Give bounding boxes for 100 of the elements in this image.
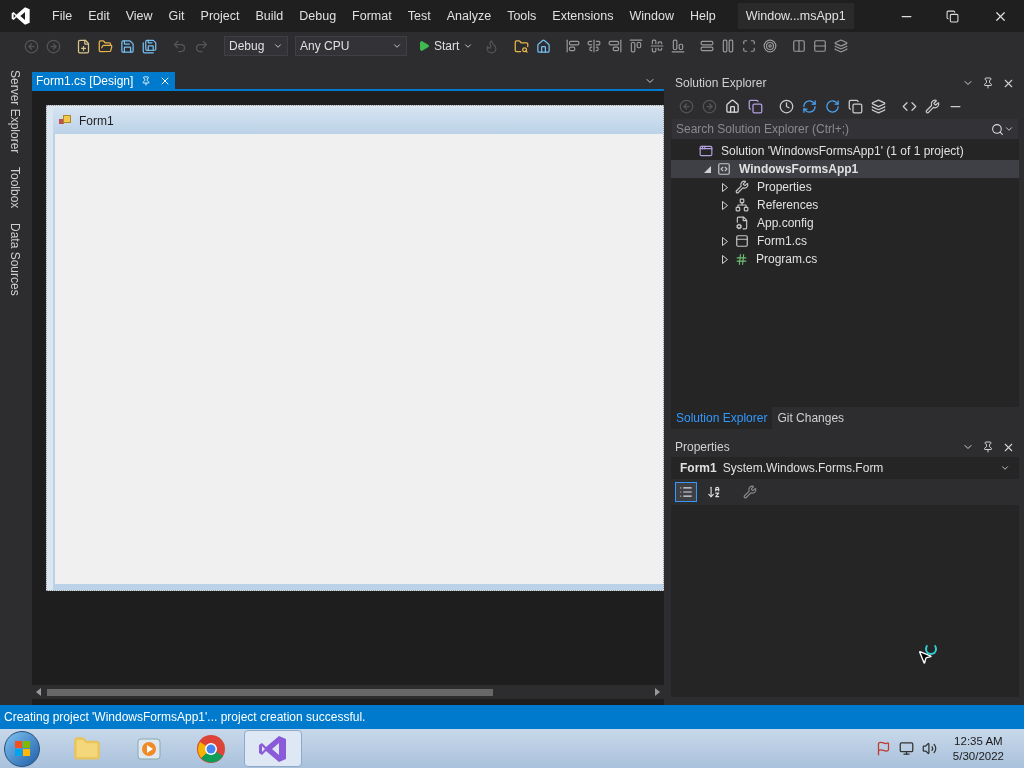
tree-label: Program.cs: [756, 251, 818, 268]
collapse-icon[interactable]: [848, 98, 863, 114]
play-icon[interactable]: [418, 40, 430, 52]
refresh-icon[interactable]: [825, 98, 840, 114]
sort-icon: [707, 485, 721, 499]
solution-icon: [699, 144, 713, 158]
tree-item[interactable]: Form1.cs: [671, 232, 1019, 250]
form-file-icon: [735, 234, 749, 248]
menu-item[interactable]: Test: [399, 6, 439, 26]
panel-title: Properties: [675, 439, 730, 456]
taskbar-app[interactable]: [244, 730, 302, 767]
menu-item[interactable]: Tools: [499, 6, 545, 26]
show-files-icon[interactable]: [871, 98, 886, 114]
window-title: Window...msApp1: [737, 2, 854, 30]
collapsed-arrow-icon[interactable]: [722, 236, 728, 246]
layout-tool-icon[interactable]: [742, 39, 757, 53]
caret-icon[interactable]: [392, 41, 402, 51]
layout-tool-icon[interactable]: [721, 39, 736, 53]
busy-icon: [925, 643, 937, 655]
collapsed-arrow-icon[interactable]: [722, 200, 728, 210]
menu-item[interactable]: View: [117, 6, 161, 26]
save-icon[interactable]: [120, 38, 135, 54]
caret-icon[interactable]: [1000, 463, 1010, 473]
cursor-icon: [917, 649, 933, 665]
layout-tool-icon[interactable]: [566, 39, 581, 53]
collapsed-arrow-icon[interactable]: [722, 254, 728, 264]
wrench-icon: [735, 180, 749, 194]
menu-item[interactable]: Build: [247, 6, 292, 26]
tree-item[interactable]: App.config: [671, 214, 1019, 232]
save-all-icon[interactable]: [142, 38, 157, 54]
menu-item[interactable]: Format: [344, 6, 400, 26]
wrench-icon: [743, 485, 757, 499]
side-tab[interactable]: Server Explorer: [6, 70, 24, 154]
layout-tool-icon[interactable]: [813, 39, 828, 53]
caret-icon[interactable]: [463, 41, 474, 51]
configuration-dropdown[interactable]: Debug: [224, 36, 288, 56]
tree-label: WindowsFormsApp1: [739, 161, 859, 178]
network-icon[interactable]: [898, 741, 914, 756]
menu-item[interactable]: Extensions: [544, 6, 622, 26]
clock-time[interactable]: 12:35 AM: [954, 733, 1003, 749]
hash-icon: [735, 252, 748, 266]
layout-tool-icon[interactable]: [792, 39, 807, 53]
home-icon[interactable]: [536, 38, 552, 54]
layout-tool-icon[interactable]: [629, 39, 644, 53]
platform-dropdown[interactable]: Any CPU: [295, 36, 407, 56]
layout-tool-icon[interactable]: [608, 39, 623, 53]
sync-icon[interactable]: [802, 98, 817, 114]
layout-tool-icon[interactable]: [650, 39, 665, 53]
categorized-view-button[interactable]: [675, 482, 697, 502]
menu-item[interactable]: Help: [681, 6, 724, 26]
menu-item[interactable]: Edit: [80, 6, 118, 26]
folder-search-icon[interactable]: [514, 38, 530, 54]
layout-tool-icon[interactable]: [587, 39, 602, 53]
references-icon: [735, 198, 749, 212]
panel-tab[interactable]: Solution Explorer: [671, 407, 773, 429]
wrench-icon[interactable]: [925, 98, 940, 114]
tree-item[interactable]: Solution 'WindowsFormsApp1' (1 of 1 project): [671, 142, 1019, 160]
caret-icon[interactable]: [1004, 124, 1014, 134]
side-tab[interactable]: Data Sources: [6, 222, 24, 296]
expanded-arrow-icon[interactable]: [703, 165, 711, 173]
pin-icon[interactable]: [982, 77, 994, 89]
menu-item[interactable]: Debug: [291, 6, 345, 26]
panel-tab[interactable]: Git Changes: [772, 407, 850, 429]
layout-tool-icon[interactable]: [700, 39, 715, 53]
menu-item[interactable]: File: [44, 6, 81, 26]
layout-tool-icon[interactable]: [671, 39, 686, 53]
search-icon[interactable]: [991, 122, 1004, 136]
studio-logo-icon[interactable]: [10, 6, 32, 26]
menu-item[interactable]: Window: [621, 6, 682, 26]
tree-item[interactable]: Properties: [671, 178, 1019, 196]
layout-tool-icon[interactable]: [763, 39, 778, 53]
new-project-icon[interactable]: [76, 38, 91, 54]
menu-item[interactable]: Project: [192, 6, 248, 26]
clock-icon[interactable]: [779, 98, 794, 114]
speaker-icon[interactable]: [921, 741, 937, 756]
restore-icon[interactable]: [946, 9, 959, 23]
flag-icon[interactable]: [875, 741, 891, 756]
browser-icon[interactable]: [196, 733, 226, 764]
layout-tool-icon[interactable]: [834, 39, 849, 53]
collapsed-arrow-icon[interactable]: [722, 182, 728, 192]
status-text: Creating project 'WindowsFormsApp1'... project creation successful.: [4, 709, 366, 726]
menu-item[interactable]: Analyze: [438, 6, 500, 26]
open-folder-icon[interactable]: [98, 38, 113, 54]
form-window[interactable]: Form1: [46, 105, 664, 591]
start-button[interactable]: Start: [414, 36, 478, 56]
tree-label: Solution 'WindowsFormsApp1' (1 of 1 project): [721, 143, 964, 160]
caret-icon[interactable]: [273, 41, 283, 51]
object-selector[interactable]: Form1 System.Windows.Forms.Form: [671, 457, 1019, 479]
tree-item[interactable]: References: [671, 196, 1019, 214]
project-icon: [717, 162, 731, 176]
switch-views-icon[interactable]: [748, 98, 763, 114]
menu-item[interactable]: Git: [160, 6, 193, 26]
tree-item[interactable]: WindowsFormsApp1: [671, 160, 1019, 178]
tree-item[interactable]: Program.cs: [671, 250, 1019, 268]
home-icon[interactable]: [725, 98, 740, 114]
start-button[interactable]: [4, 730, 40, 767]
side-tab[interactable]: Toolbox: [6, 167, 24, 209]
pin-icon[interactable]: [982, 441, 994, 453]
clock-date[interactable]: 5/30/2022: [952, 748, 1004, 764]
panel-title: Solution Explorer: [675, 75, 767, 92]
